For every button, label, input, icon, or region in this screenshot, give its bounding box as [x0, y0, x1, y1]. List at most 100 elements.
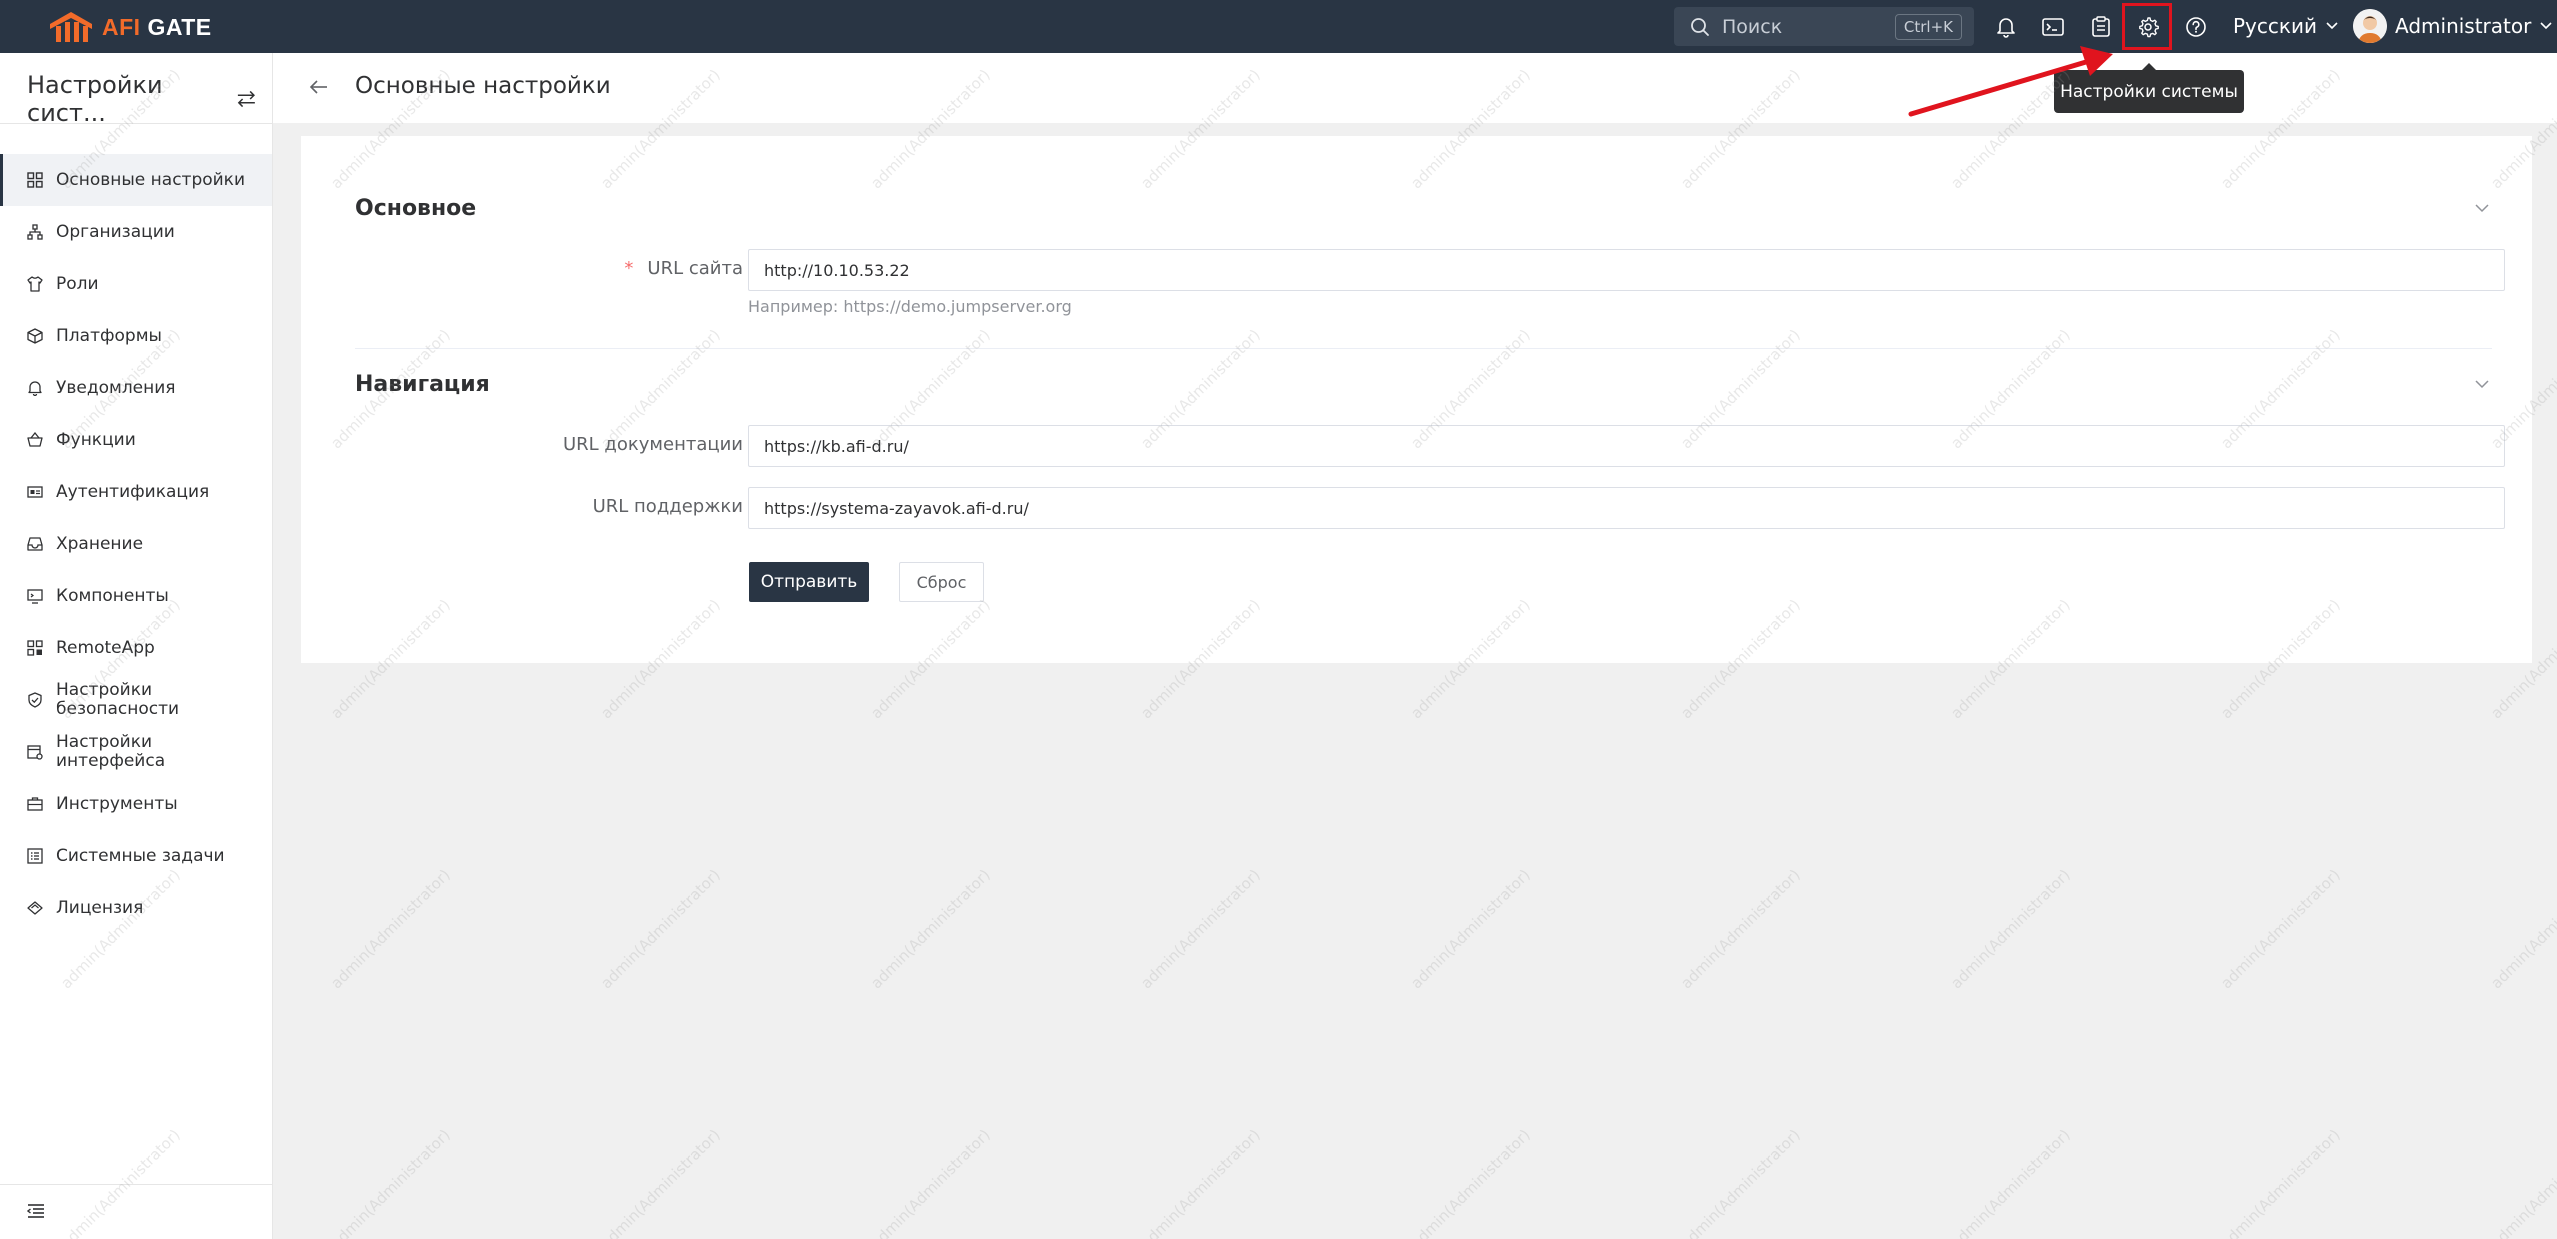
sidebar-item-label: Платформы [56, 325, 162, 346]
collapse-menu-icon[interactable] [27, 1203, 45, 1219]
watermark-text: admin(Administrator) [867, 865, 994, 993]
watermark-text: admin(Administrator) [2487, 865, 2557, 993]
bell-icon [1997, 18, 2015, 38]
sidebar-item-interface-settings[interactable]: Настройки интерфейса [0, 726, 272, 778]
switch-arrows-icon[interactable] [236, 89, 257, 109]
section-divider [355, 348, 2492, 349]
brand-logo[interactable]: AFI GATE [48, 10, 212, 44]
sidebar-item-label: Компоненты [56, 585, 169, 606]
org-tree-icon [26, 223, 44, 241]
watermark-text: admin(Administrator) [1137, 1125, 1264, 1239]
site-url-field[interactable] [748, 249, 2505, 291]
sidebar-item-label: RemoteApp [56, 637, 155, 658]
terminal-button[interactable] [2038, 12, 2068, 42]
watermark-text: admin(Administrator) [2217, 1125, 2344, 1239]
global-search[interactable]: Ctrl+K [1674, 7, 1974, 46]
user-name: Administrator [2395, 14, 2532, 38]
submit-button[interactable]: Отправить [749, 562, 869, 602]
sidebar-item-storage[interactable]: Хранение [0, 518, 272, 570]
docs-url-field[interactable] [748, 425, 2505, 467]
question-circle-icon [2186, 17, 2206, 37]
watermark-text: admin(Administrator) [327, 865, 454, 993]
sidebar-item-roles[interactable]: Роли [0, 258, 272, 310]
watermark-text: admin(Administrator) [1677, 1125, 1804, 1239]
tasks-button[interactable] [2086, 12, 2116, 42]
sidebar-item-authentication[interactable]: Аутентификация [0, 466, 272, 518]
watermark-text: admin(Administrator) [1947, 1125, 2074, 1239]
site-url-input[interactable] [749, 250, 2504, 290]
monitor-icon [26, 587, 44, 605]
sidebar-footer [0, 1184, 272, 1239]
sidebar-item-label: Системные задачи [56, 845, 225, 866]
sidebar-item-label: Лицензия [56, 897, 144, 918]
sidebar-item-label: Инструменты [56, 793, 178, 814]
docs-url-label: URL документации [563, 434, 764, 455]
sidebar-item-platforms[interactable]: Платформы [0, 310, 272, 362]
support-url-field[interactable] [748, 487, 2505, 529]
apps-icon [26, 639, 44, 657]
toolbox-icon [26, 795, 44, 813]
sidebar-item-organizations[interactable]: Организации [0, 206, 272, 258]
clipboard-list-icon [2092, 16, 2110, 37]
task-list-icon [26, 847, 44, 865]
sidebar-title: Настройки сист... [27, 71, 163, 127]
support-url-input[interactable] [749, 488, 2504, 528]
id-card-icon [26, 483, 44, 501]
sidebar-item-license[interactable]: Лицензия [0, 882, 272, 934]
search-shortcut-badge: Ctrl+K [1894, 14, 1962, 40]
site-url-label-text: URL сайта [647, 258, 743, 279]
search-input[interactable] [1720, 14, 1884, 39]
sidebar-item-components[interactable]: Компоненты [0, 570, 272, 622]
chevron-down-icon [2326, 22, 2338, 30]
required-asterisk: * [624, 258, 634, 279]
section-title-navigation: Навигация [355, 372, 490, 397]
docs-url-input[interactable] [749, 426, 2504, 466]
brand-name: AFI GATE [102, 13, 212, 40]
sidebar-item-system-tasks[interactable]: Системные задачи [0, 830, 272, 882]
sidebar-item-label: Функции [56, 429, 136, 450]
chevron-down-icon[interactable] [2474, 378, 2490, 390]
watermark-text: admin(Administrator) [1407, 1125, 1534, 1239]
sidebar-divider [0, 123, 272, 124]
chevron-down-icon[interactable] [2474, 202, 2490, 214]
site-url-label: * URL сайта [624, 258, 764, 279]
sidebar-item-label: Уведомления [56, 377, 176, 398]
docs-url-label-text: URL документации [563, 434, 743, 455]
top-navbar: AFI GATE Ctrl+K [0, 0, 2557, 53]
bell-icon [26, 379, 44, 397]
sidebar-item-label: Настройки интерфейса [56, 732, 166, 771]
avatar [2353, 9, 2387, 43]
sidebar-item-general-settings[interactable]: Основные настройки [0, 154, 272, 206]
sidebar-item-tools[interactable]: Инструменты [0, 778, 272, 830]
watermark-text: admin(Administrator) [1947, 865, 2074, 993]
help-button[interactable] [2181, 12, 2211, 42]
section-title-basic: Основное [355, 196, 477, 221]
user-avatar-icon [2353, 9, 2387, 43]
watermark-text: admin(Administrator) [1407, 865, 1534, 993]
sidebar-item-label: Аутентификация [56, 481, 210, 502]
diamond-icon [26, 899, 44, 917]
watermark-text: admin(Administrator) [2217, 865, 2344, 993]
sidebar-header: Настройки сист... [27, 71, 257, 127]
cube-icon [26, 327, 44, 345]
system-settings-tooltip: Настройки системы [2054, 63, 2244, 113]
user-menu[interactable]: Administrator [2353, 9, 2553, 43]
sidebar-item-features[interactable]: Функции [0, 414, 272, 466]
watermark-text: admin(Administrator) [867, 1125, 994, 1239]
reset-button[interactable]: Сброс [899, 562, 984, 602]
search-icon [1691, 17, 1709, 36]
terminal-icon [2042, 18, 2064, 36]
notifications-button[interactable] [1991, 12, 2021, 42]
watermark-text: admin(Administrator) [2487, 1125, 2557, 1239]
inbox-icon [26, 535, 44, 553]
settings-menu: Основные настройки Организации Роли Плат… [0, 154, 272, 934]
back-arrow-icon[interactable] [309, 78, 329, 96]
language-selector[interactable]: Русский [2233, 14, 2339, 38]
sidebar-item-label: Настройки безопасности [56, 680, 180, 719]
interface-icon [26, 743, 44, 761]
sidebar-item-label: Хранение [56, 533, 144, 554]
sidebar-item-notifications[interactable]: Уведомления [0, 362, 272, 414]
sidebar-item-security-settings[interactable]: Настройки безопасности [0, 674, 272, 726]
sidebar-item-label: Организации [56, 221, 175, 242]
sidebar-item-remoteapp[interactable]: RemoteApp [0, 622, 272, 674]
